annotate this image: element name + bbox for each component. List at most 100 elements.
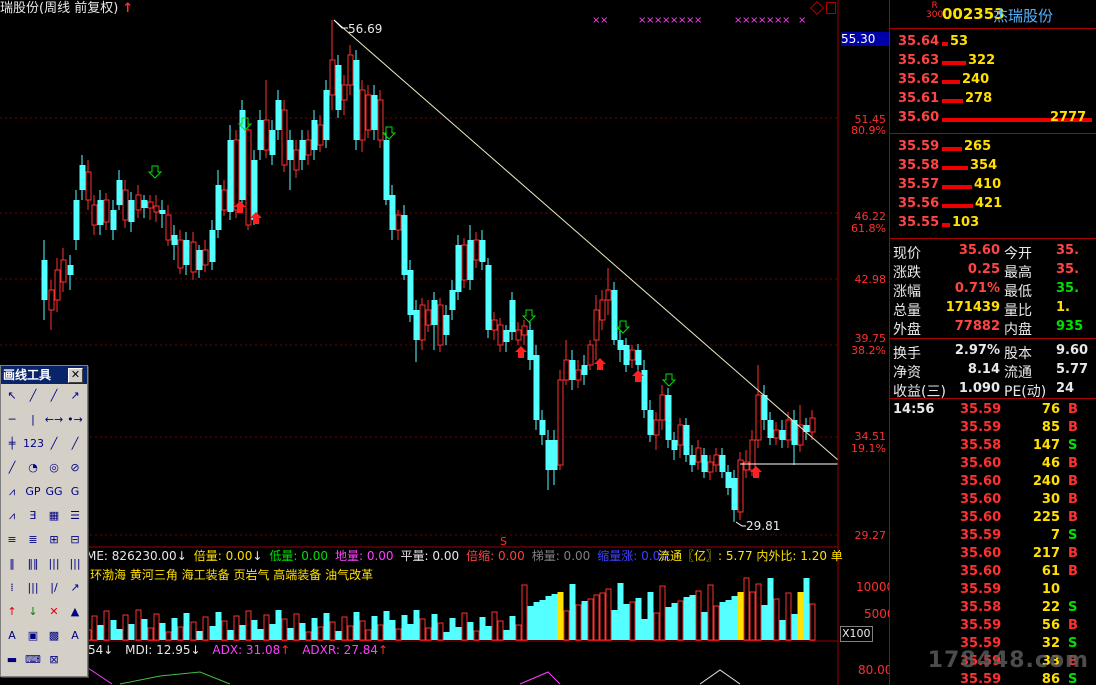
ask-level-row[interactable]: 35.61 278 (890, 91, 1096, 110)
tick-row: 35.60 240 B (890, 474, 1096, 492)
bid-level-row[interactable]: 35.55 103 (890, 215, 1096, 234)
draw-tool-icon[interactable]: Ǝ (23, 506, 43, 526)
draw-tool-icon[interactable]: ≣ (23, 530, 43, 550)
tick-volume: 7 (1050, 528, 1060, 543)
draw-tool-icon[interactable]: ||| (65, 554, 85, 574)
bid-level-row[interactable]: 35.58 354 (890, 158, 1096, 177)
draw-tool-icon[interactable]: G (65, 482, 85, 502)
draw-tool-icon[interactable]: ▦ (44, 506, 64, 526)
candle-body (128, 200, 135, 222)
bid-level-row[interactable]: 35.57 410 (890, 177, 1096, 196)
bid-price: 35.56 (898, 196, 940, 211)
draw-tool-icon[interactable]: ╱ (23, 386, 43, 406)
draw-tool-icon[interactable]: ↓ (23, 602, 43, 622)
volume-bar (455, 627, 462, 640)
draw-tool-icon[interactable]: | (23, 410, 43, 430)
bid-level-row[interactable]: 35.56 421 (890, 196, 1096, 215)
draw-tool-icon[interactable]: |/ (44, 578, 64, 598)
draw-tool-icon[interactable]: ||| (23, 578, 43, 598)
quote-label: 涨幅 (893, 284, 921, 300)
volume-bar (491, 611, 498, 641)
candle-body (743, 461, 750, 471)
candle-body (629, 349, 636, 361)
draw-tool-icon[interactable]: ⩘ (2, 482, 22, 502)
draw-tool-icon[interactable]: ╱ (65, 434, 85, 454)
volume-bar (755, 583, 762, 641)
draw-tool-icon[interactable]: ‖‖ (23, 554, 43, 574)
candle-body (371, 95, 378, 130)
candle-body (202, 249, 209, 266)
kline-svg[interactable]: × × × × × × × × × × × × × × × × × × (0, 0, 890, 685)
draw-tool-icon[interactable]: ╱ (44, 434, 64, 454)
candle-body (395, 214, 402, 231)
draw-tool-icon[interactable]: ⁞ (2, 578, 22, 598)
draw-tool-icon[interactable]: GP (23, 482, 43, 502)
draw-tool-icon[interactable]: ⊠ (44, 650, 64, 670)
draw-tool-icon[interactable]: ←→ (44, 410, 64, 430)
draw-tool-icon[interactable]: ⊞ (44, 530, 64, 550)
draw-tool-icon[interactable]: ◎ (44, 458, 64, 478)
draw-tool-icon[interactable]: ╪ (2, 434, 22, 454)
ask-level-row[interactable]: 35.63 322 (890, 53, 1096, 72)
draw-tool-icon[interactable]: ⊟ (65, 530, 85, 550)
candle-body (539, 420, 546, 435)
kline-chart-area[interactable]: × × × × × × × × × × × × × × × × × × 瑞股份(周线 前复权) ↑ 56.69 2… (0, 0, 895, 685)
candle-body (335, 65, 342, 110)
draw-tool-icon[interactable]: ▣ (23, 626, 43, 646)
ask-volume: 240 (962, 72, 990, 87)
draw-tool-icon[interactable]: ◔ (23, 458, 43, 478)
draw-tool-icon[interactable]: 123 (23, 434, 44, 454)
draw-tool-icon[interactable]: GG (44, 482, 64, 502)
bid-level-row[interactable]: 35.59 265 (890, 139, 1096, 158)
ask-level-row[interactable]: 35.60 2777 (890, 110, 1096, 129)
close-icon[interactable]: ✕ (68, 368, 83, 383)
volume-bar (599, 592, 606, 641)
bid-volume: 354 (970, 158, 998, 173)
draw-tool-icon[interactable]: ↖ (2, 386, 22, 406)
drawing-toolbox[interactable]: 画线工具 ✕ ↖ ╱ ╱ ↗ ─ | ←→ •→ ╪ 123 ╱ ╱ ╱ ◔ ◎ ⊘ ⩘ GP GG G ⩘ Ǝ ▦ ☰ ≡ ≣ ⊞… (0, 365, 88, 677)
draw-tool-icon[interactable]: ≡ (2, 530, 22, 550)
candle-body (401, 215, 408, 275)
draw-tool-icon[interactable]: ↑ (2, 602, 22, 622)
quote-value: 1. (1056, 300, 1070, 315)
tick-side: B (1068, 420, 1078, 435)
candle-body (461, 244, 468, 281)
draw-tool-icon[interactable]: A (65, 626, 85, 646)
trend-line[interactable] (333, 19, 839, 461)
tick-side: S (1068, 672, 1078, 685)
volume-bar (581, 601, 588, 640)
candle-body (485, 265, 492, 330)
draw-tool-icon[interactable]: ⌨ (23, 650, 43, 670)
draw-tool-icon[interactable]: ↗ (65, 386, 85, 406)
candle-body (497, 324, 504, 346)
ask-level-row[interactable]: 35.62 240 (890, 72, 1096, 91)
tick-side: S (1068, 600, 1078, 615)
draw-tool-icon[interactable]: ⩘ (2, 506, 22, 526)
draw-tool-icon[interactable]: ‖ (2, 554, 22, 574)
window-icon[interactable] (826, 2, 836, 14)
draw-tool-icon[interactable]: ╱ (2, 458, 22, 478)
draw-tool-icon[interactable]: ↗ (65, 578, 85, 598)
draw-tool-icon[interactable]: ⊘ (65, 458, 85, 478)
draw-tool-icon[interactable]: ✕ (44, 602, 64, 622)
quote-panel: R 300 002353 杰瑞股份 35.64 53 35.63 322 35.62 24… (889, 0, 1096, 685)
draw-tool-icon[interactable]: ▲ (65, 602, 85, 622)
candle-body (515, 329, 522, 341)
ask-level-row[interactable]: 35.64 53 (890, 34, 1096, 53)
tick-volume: 217 (1032, 546, 1060, 561)
quote-stat-row: 总量 171439 量比 1. (890, 300, 1096, 319)
draw-tool-icon[interactable]: •→ (65, 410, 85, 430)
draw-tool-icon[interactable]: ▩ (44, 626, 64, 646)
quote-value: 9.60 (1056, 343, 1089, 358)
volume-unit[interactable]: X100 (840, 626, 873, 642)
draw-tool-icon[interactable]: ☰ (65, 506, 85, 526)
volume-bar (239, 625, 246, 640)
draw-tool-icon[interactable]: ─ (2, 410, 22, 430)
volume-bar (665, 607, 672, 640)
draw-tool-icon[interactable]: ||| (44, 554, 64, 574)
tick-price: 35.59 (960, 528, 1002, 543)
draw-tool-icon[interactable]: ▬ (2, 650, 22, 670)
draw-tool-icon[interactable]: A (2, 626, 22, 646)
draw-tool-icon[interactable]: ╱ (44, 386, 64, 406)
toolbox-titlebar[interactable]: 画线工具 ✕ (1, 366, 87, 384)
